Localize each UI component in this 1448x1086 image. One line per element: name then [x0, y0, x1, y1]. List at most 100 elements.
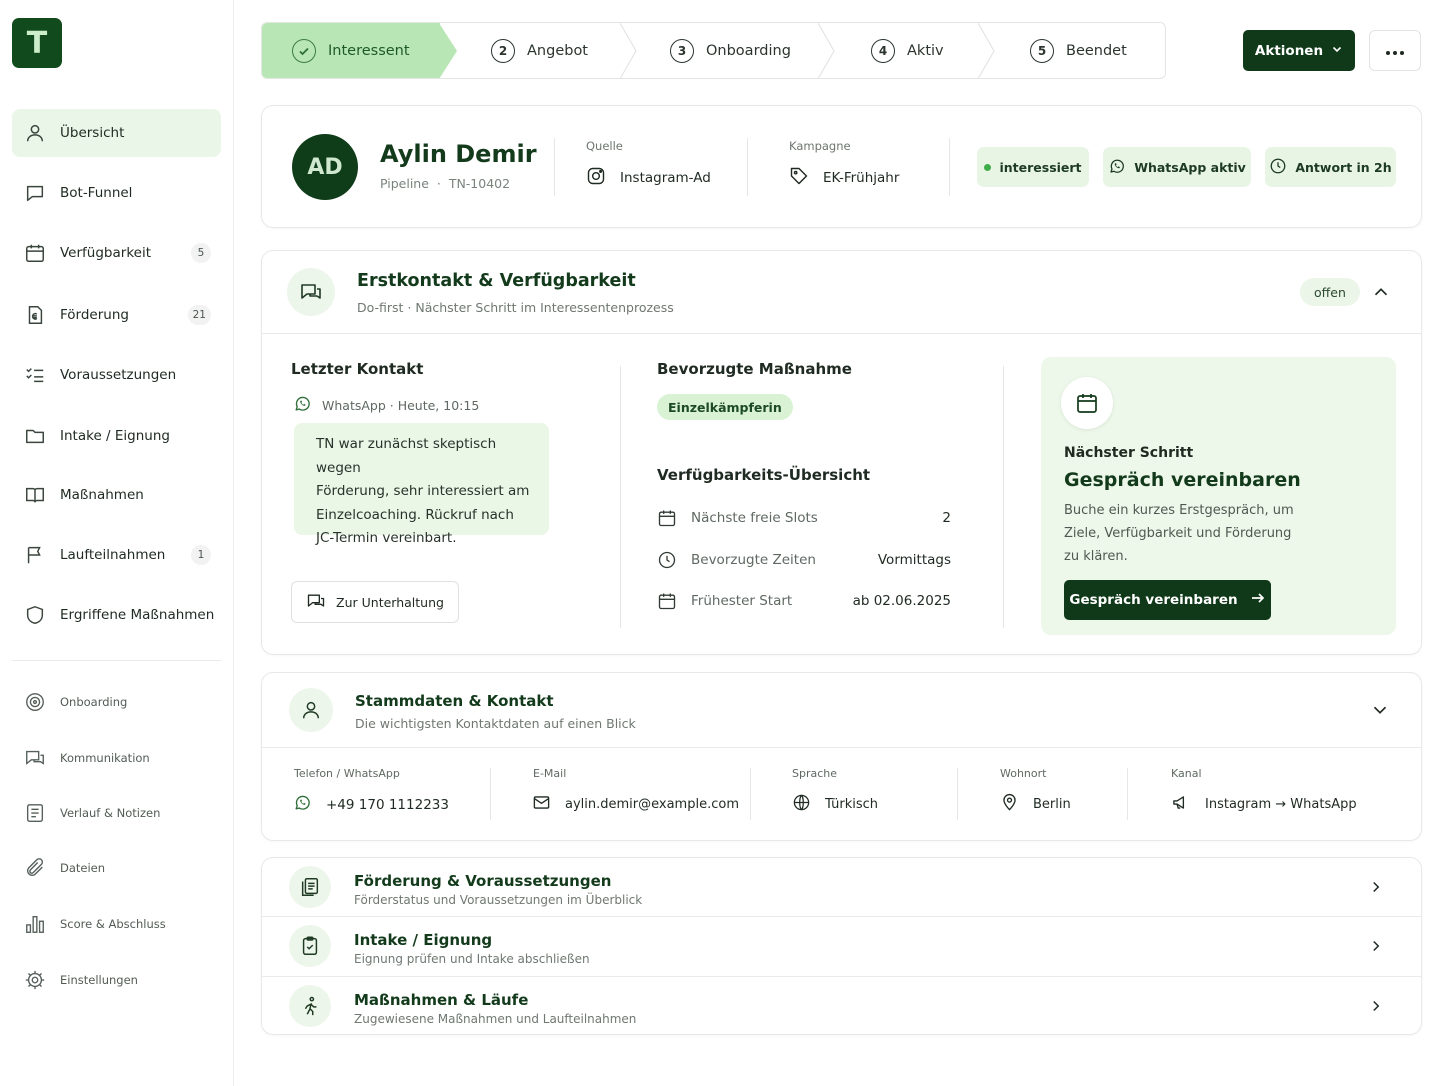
sidebar-item-label: Voraussetzungen	[60, 367, 177, 383]
next-step-text: Buche ein kurzes Erstgespräch, um Ziele,…	[1064, 499, 1294, 568]
divider	[747, 138, 748, 196]
sidebar-item-label: Laufteilnahmen	[60, 547, 166, 563]
check-icon	[292, 38, 316, 63]
sidebar-item-label: Verlauf & Notizen	[60, 806, 161, 820]
avatar: AD	[292, 134, 358, 200]
step-number: 2	[491, 38, 515, 63]
divider	[750, 768, 751, 820]
chevron-down-icon	[1331, 43, 1343, 59]
message-line: Einzelcoaching. Rückruf nach	[316, 506, 514, 523]
section-row-massnahmen[interactable]: Maßnahmen & Läufe Zugewiesene Maßnahmen …	[262, 977, 1421, 1034]
step-angebot[interactable]: 2 Angebot	[491, 23, 588, 78]
sidebar-item-foerderung[interactable]: Förderung 21	[12, 291, 221, 339]
shield-icon	[24, 604, 46, 626]
count-badge: 1	[191, 545, 211, 565]
email-text: aylin.demir@example.com	[565, 797, 739, 812]
sidebar: T Übersicht Bot-Funnel Verfügbarkeit 5 F…	[0, 0, 234, 1086]
sidebar-item-onboarding[interactable]: Onboarding	[12, 678, 221, 726]
sidebar-item-einstellungen[interactable]: Einstellungen	[12, 956, 221, 1004]
last-contact-meta: WhatsApp · Heute, 10:15	[293, 394, 479, 416]
email-value[interactable]: aylin.demir@example.com	[532, 793, 739, 816]
whatsapp-icon	[1108, 157, 1126, 178]
clock-icon	[657, 550, 679, 570]
map-pin-icon	[1000, 793, 1019, 816]
actions-button[interactable]: Aktionen	[1243, 30, 1355, 71]
chevron-right-icon	[1367, 878, 1385, 900]
sidebar-item-bot-funnel[interactable]: Bot-Funnel	[12, 169, 221, 217]
phone-text: +49 170 1112233	[326, 796, 449, 813]
button-label: Gespräch vereinbaren	[1069, 592, 1238, 608]
step-number: 5	[1030, 38, 1054, 63]
sidebar-item-label: Einstellungen	[60, 973, 138, 987]
sidebar-item-verfuegbarkeit[interactable]: Verfügbarkeit 5	[12, 229, 221, 277]
status-chip-interessiert: interessiert	[977, 147, 1089, 187]
status-dot	[984, 163, 992, 171]
sidebar-item-laufteilnahmen[interactable]: Laufteilnahmen 1	[12, 531, 221, 579]
schedule-call-button[interactable]: Gespräch vereinbaren	[1064, 580, 1271, 620]
clock-icon	[1269, 157, 1287, 178]
step-beendet[interactable]: 5 Beendet	[1030, 23, 1127, 78]
section-title: Stammdaten & Kontakt	[355, 692, 554, 710]
arrow-right-icon	[1250, 590, 1266, 610]
sidebar-item-massnahmen[interactable]: Maßnahmen	[12, 471, 221, 519]
target-icon	[24, 691, 46, 713]
step-interessent[interactable]: Interessent	[262, 23, 440, 78]
next-step-title: Gespräch vereinbaren	[1064, 469, 1301, 491]
sidebar-item-label: Übersicht	[60, 125, 125, 141]
sidebar-item-score[interactable]: Score & Abschluss	[12, 900, 221, 948]
sidebar-item-voraussetzungen[interactable]: Voraussetzungen	[12, 351, 221, 399]
sidebar-item-verlauf[interactable]: Verlauf & Notizen	[12, 789, 221, 837]
section-subtitle: Die wichtigsten Kontaktdaten auf einen B…	[355, 716, 636, 731]
calendar-icon	[657, 508, 679, 528]
chip-label: interessiert	[999, 159, 1082, 175]
step-divider	[620, 23, 637, 78]
bar-chart-icon	[24, 913, 46, 935]
row-subtitle: Zugewiesene Maßnahmen und Laufteilnahmen	[354, 1012, 637, 1026]
whatsapp-icon	[293, 793, 312, 816]
next-step-eyebrow: Nächster Schritt	[1064, 445, 1194, 461]
euro-document-icon	[24, 304, 46, 326]
section-title: Erstkontakt & Verfügbarkeit	[357, 271, 636, 291]
chevron-right-icon	[1367, 997, 1385, 1019]
chevron-up-icon[interactable]	[1370, 281, 1392, 307]
section-divider	[262, 747, 1421, 748]
participant-name: Aylin Demir	[380, 140, 537, 168]
sidebar-item-dateien[interactable]: Dateien	[12, 844, 221, 892]
section-row-foerderung[interactable]: Förderung & Voraussetzungen Förderstatus…	[262, 858, 1421, 917]
sidebar-item-uebersicht[interactable]: Übersicht	[12, 109, 221, 157]
open-conversation-button[interactable]: Zur Unterhaltung	[291, 581, 459, 623]
row-title: Maßnahmen & Läufe	[354, 991, 529, 1009]
status-chip-response: Antwort in 2h	[1265, 147, 1396, 187]
source-value: Instagram-Ad	[586, 166, 711, 190]
sidebar-item-label: Verfügbarkeit	[60, 245, 151, 261]
phone-value: +49 170 1112233	[293, 793, 449, 816]
step-divider	[818, 23, 835, 78]
step-label: Beendet	[1066, 42, 1127, 59]
last-contact-title: Letzter Kontakt	[291, 360, 424, 378]
last-contact-meta-text: WhatsApp · Heute, 10:15	[322, 397, 480, 413]
profile-card: AD Aylin Demir Pipeline · TN-10402 Quell…	[261, 105, 1422, 228]
more-options-button[interactable]	[1369, 30, 1421, 71]
step-label: Onboarding	[706, 42, 791, 59]
chat-icon	[24, 182, 46, 204]
button-label: Zur Unterhaltung	[336, 594, 444, 610]
sidebar-item-label: Intake / Eignung	[60, 428, 170, 444]
notes-icon	[24, 802, 46, 824]
calendar-icon	[1061, 377, 1113, 429]
step-onboarding[interactable]: 3 Onboarding	[670, 23, 791, 78]
calendar-icon	[24, 242, 46, 264]
sidebar-divider	[12, 660, 221, 661]
step-aktiv[interactable]: 4 Aktiv	[871, 23, 944, 78]
divider	[1127, 768, 1128, 820]
chat-bubbles-icon	[287, 268, 335, 316]
app-logo[interactable]: T	[12, 18, 62, 68]
whatsapp-icon	[293, 394, 312, 416]
residence-value: Berlin	[1000, 793, 1071, 816]
sidebar-item-ergriffene-massnahmen[interactable]: Ergriffene Maßnahmen	[12, 591, 221, 639]
chevron-down-icon[interactable]	[1369, 699, 1391, 725]
availability-title: Verfügbarkeits-Übersicht	[657, 466, 871, 484]
chip-label: WhatsApp aktiv	[1134, 159, 1246, 175]
section-row-intake[interactable]: Intake / Eignung Eignung prüfen und Inta…	[262, 917, 1421, 976]
sidebar-item-kommunikation[interactable]: Kommunikation	[12, 734, 221, 782]
sidebar-item-intake[interactable]: Intake / Eignung	[12, 412, 221, 460]
